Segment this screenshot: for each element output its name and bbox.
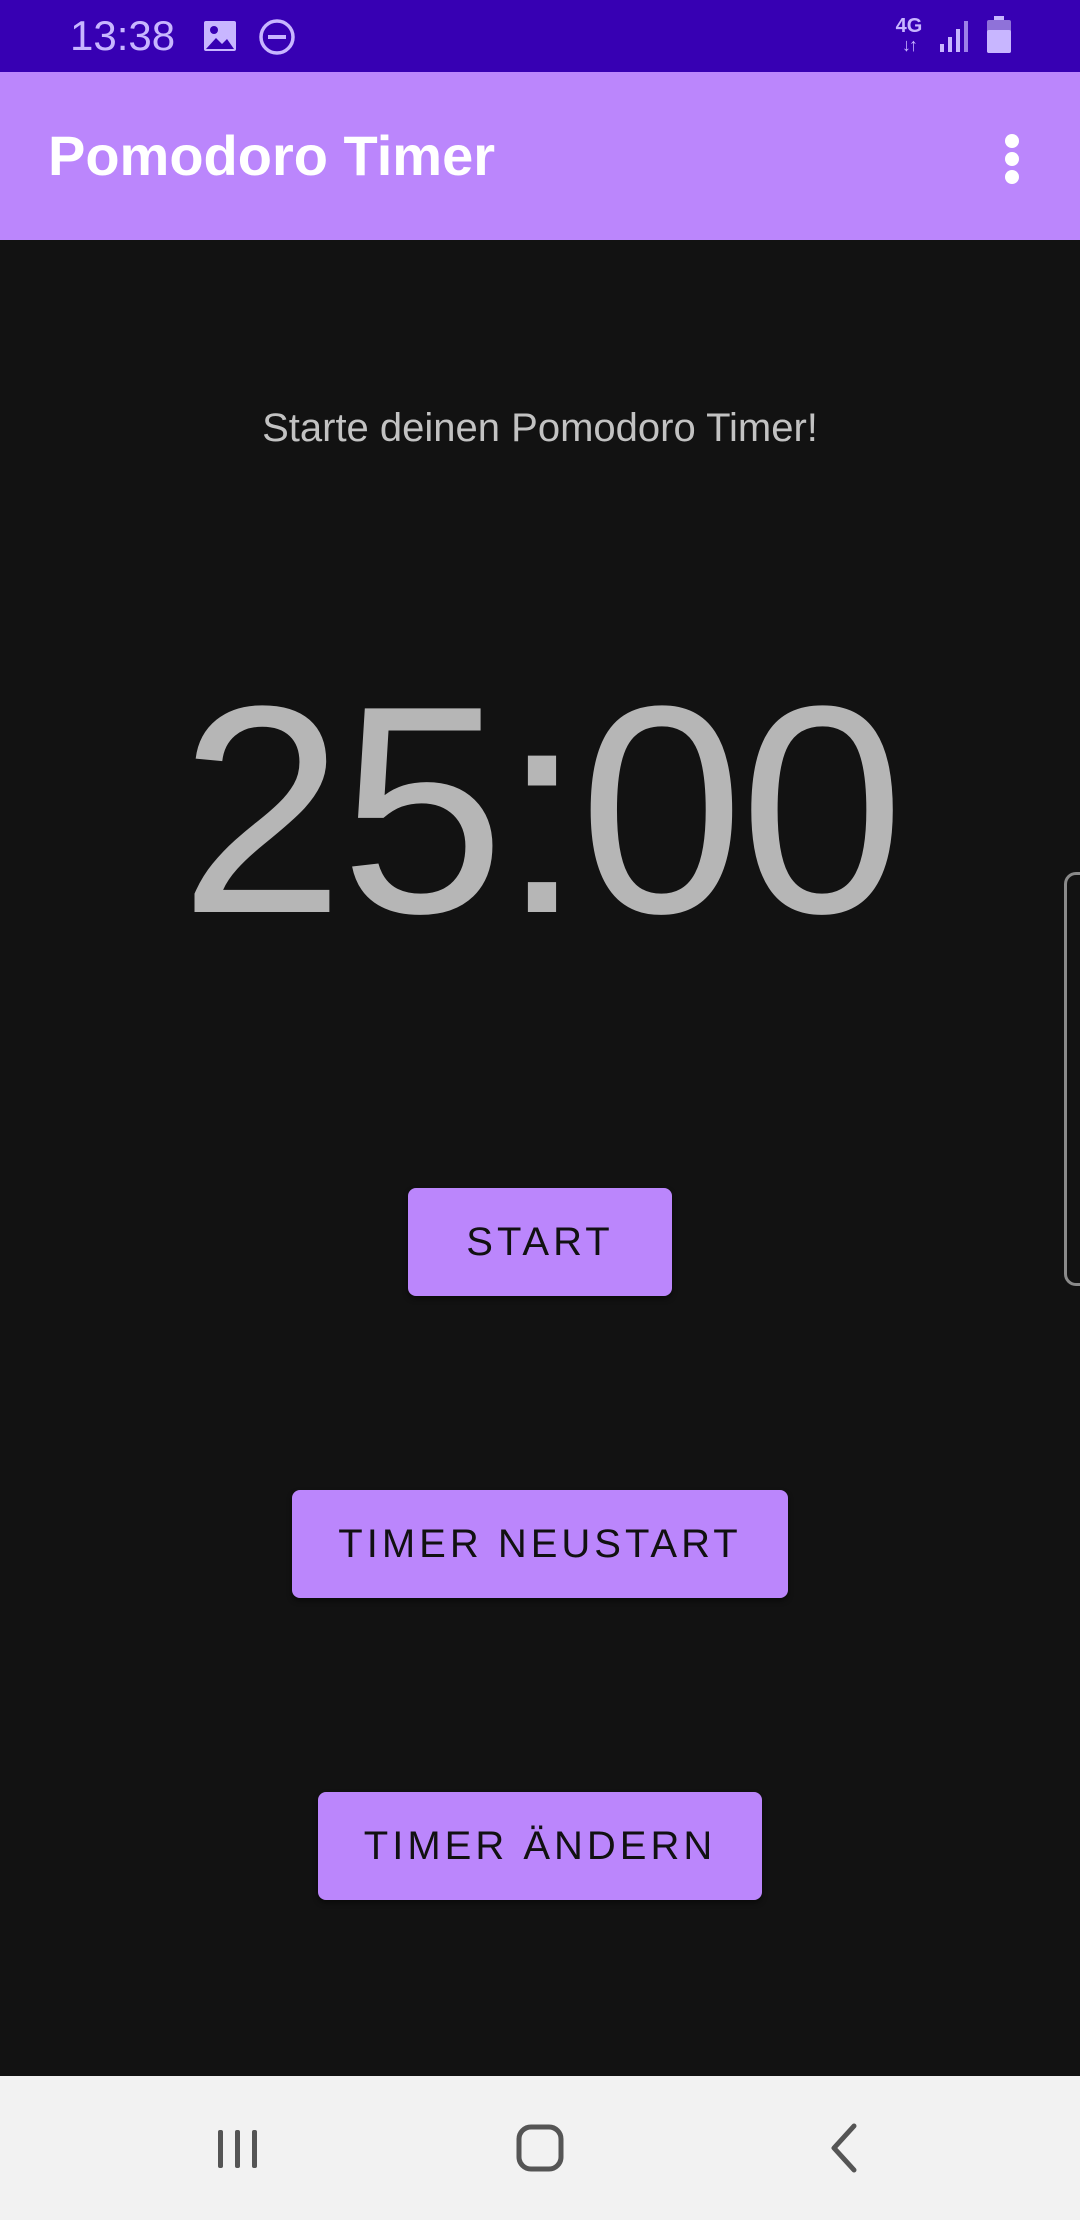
signal-icon xyxy=(940,21,968,52)
status-bar: 13:38 4G ↓↑ xyxy=(0,0,1080,72)
status-time: 13:38 xyxy=(70,12,176,59)
home-icon xyxy=(516,2124,564,2172)
more-vert-icon-dot xyxy=(1005,152,1019,166)
battery-icon xyxy=(987,16,1011,53)
more-options-button[interactable] xyxy=(988,122,1038,192)
network-arrows: ↓↑ xyxy=(902,35,918,55)
subtitle: Starte deinen Pomodoro Timer! xyxy=(262,406,818,450)
back-icon xyxy=(831,2123,857,2173)
back-button[interactable] xyxy=(804,2106,884,2190)
recents-icon xyxy=(218,2130,257,2168)
restart-timer-button[interactable]: TIMER NEUSTART xyxy=(292,1490,788,1598)
network-label: 4G xyxy=(895,15,923,37)
more-vert-icon-dot xyxy=(1005,170,1019,184)
do-not-disturb-icon xyxy=(259,19,295,55)
recents-button[interactable] xyxy=(198,2106,278,2190)
navigation-bar xyxy=(0,2076,1080,2220)
change-timer-button[interactable]: TIMER ÄNDERN xyxy=(318,1792,762,1900)
edge-panel-handle[interactable] xyxy=(1064,872,1080,1286)
app-bar: Pomodoro Timer xyxy=(0,72,1080,240)
start-button[interactable]: START xyxy=(408,1188,672,1296)
more-vert-icon xyxy=(1005,134,1019,148)
image-icon xyxy=(204,21,236,51)
home-button[interactable] xyxy=(500,2106,580,2190)
timer-display: 25:00 xyxy=(179,644,905,975)
app-title: Pomodoro Timer xyxy=(48,124,496,187)
network-4g-icon: 4G ↓↑ xyxy=(892,16,926,54)
